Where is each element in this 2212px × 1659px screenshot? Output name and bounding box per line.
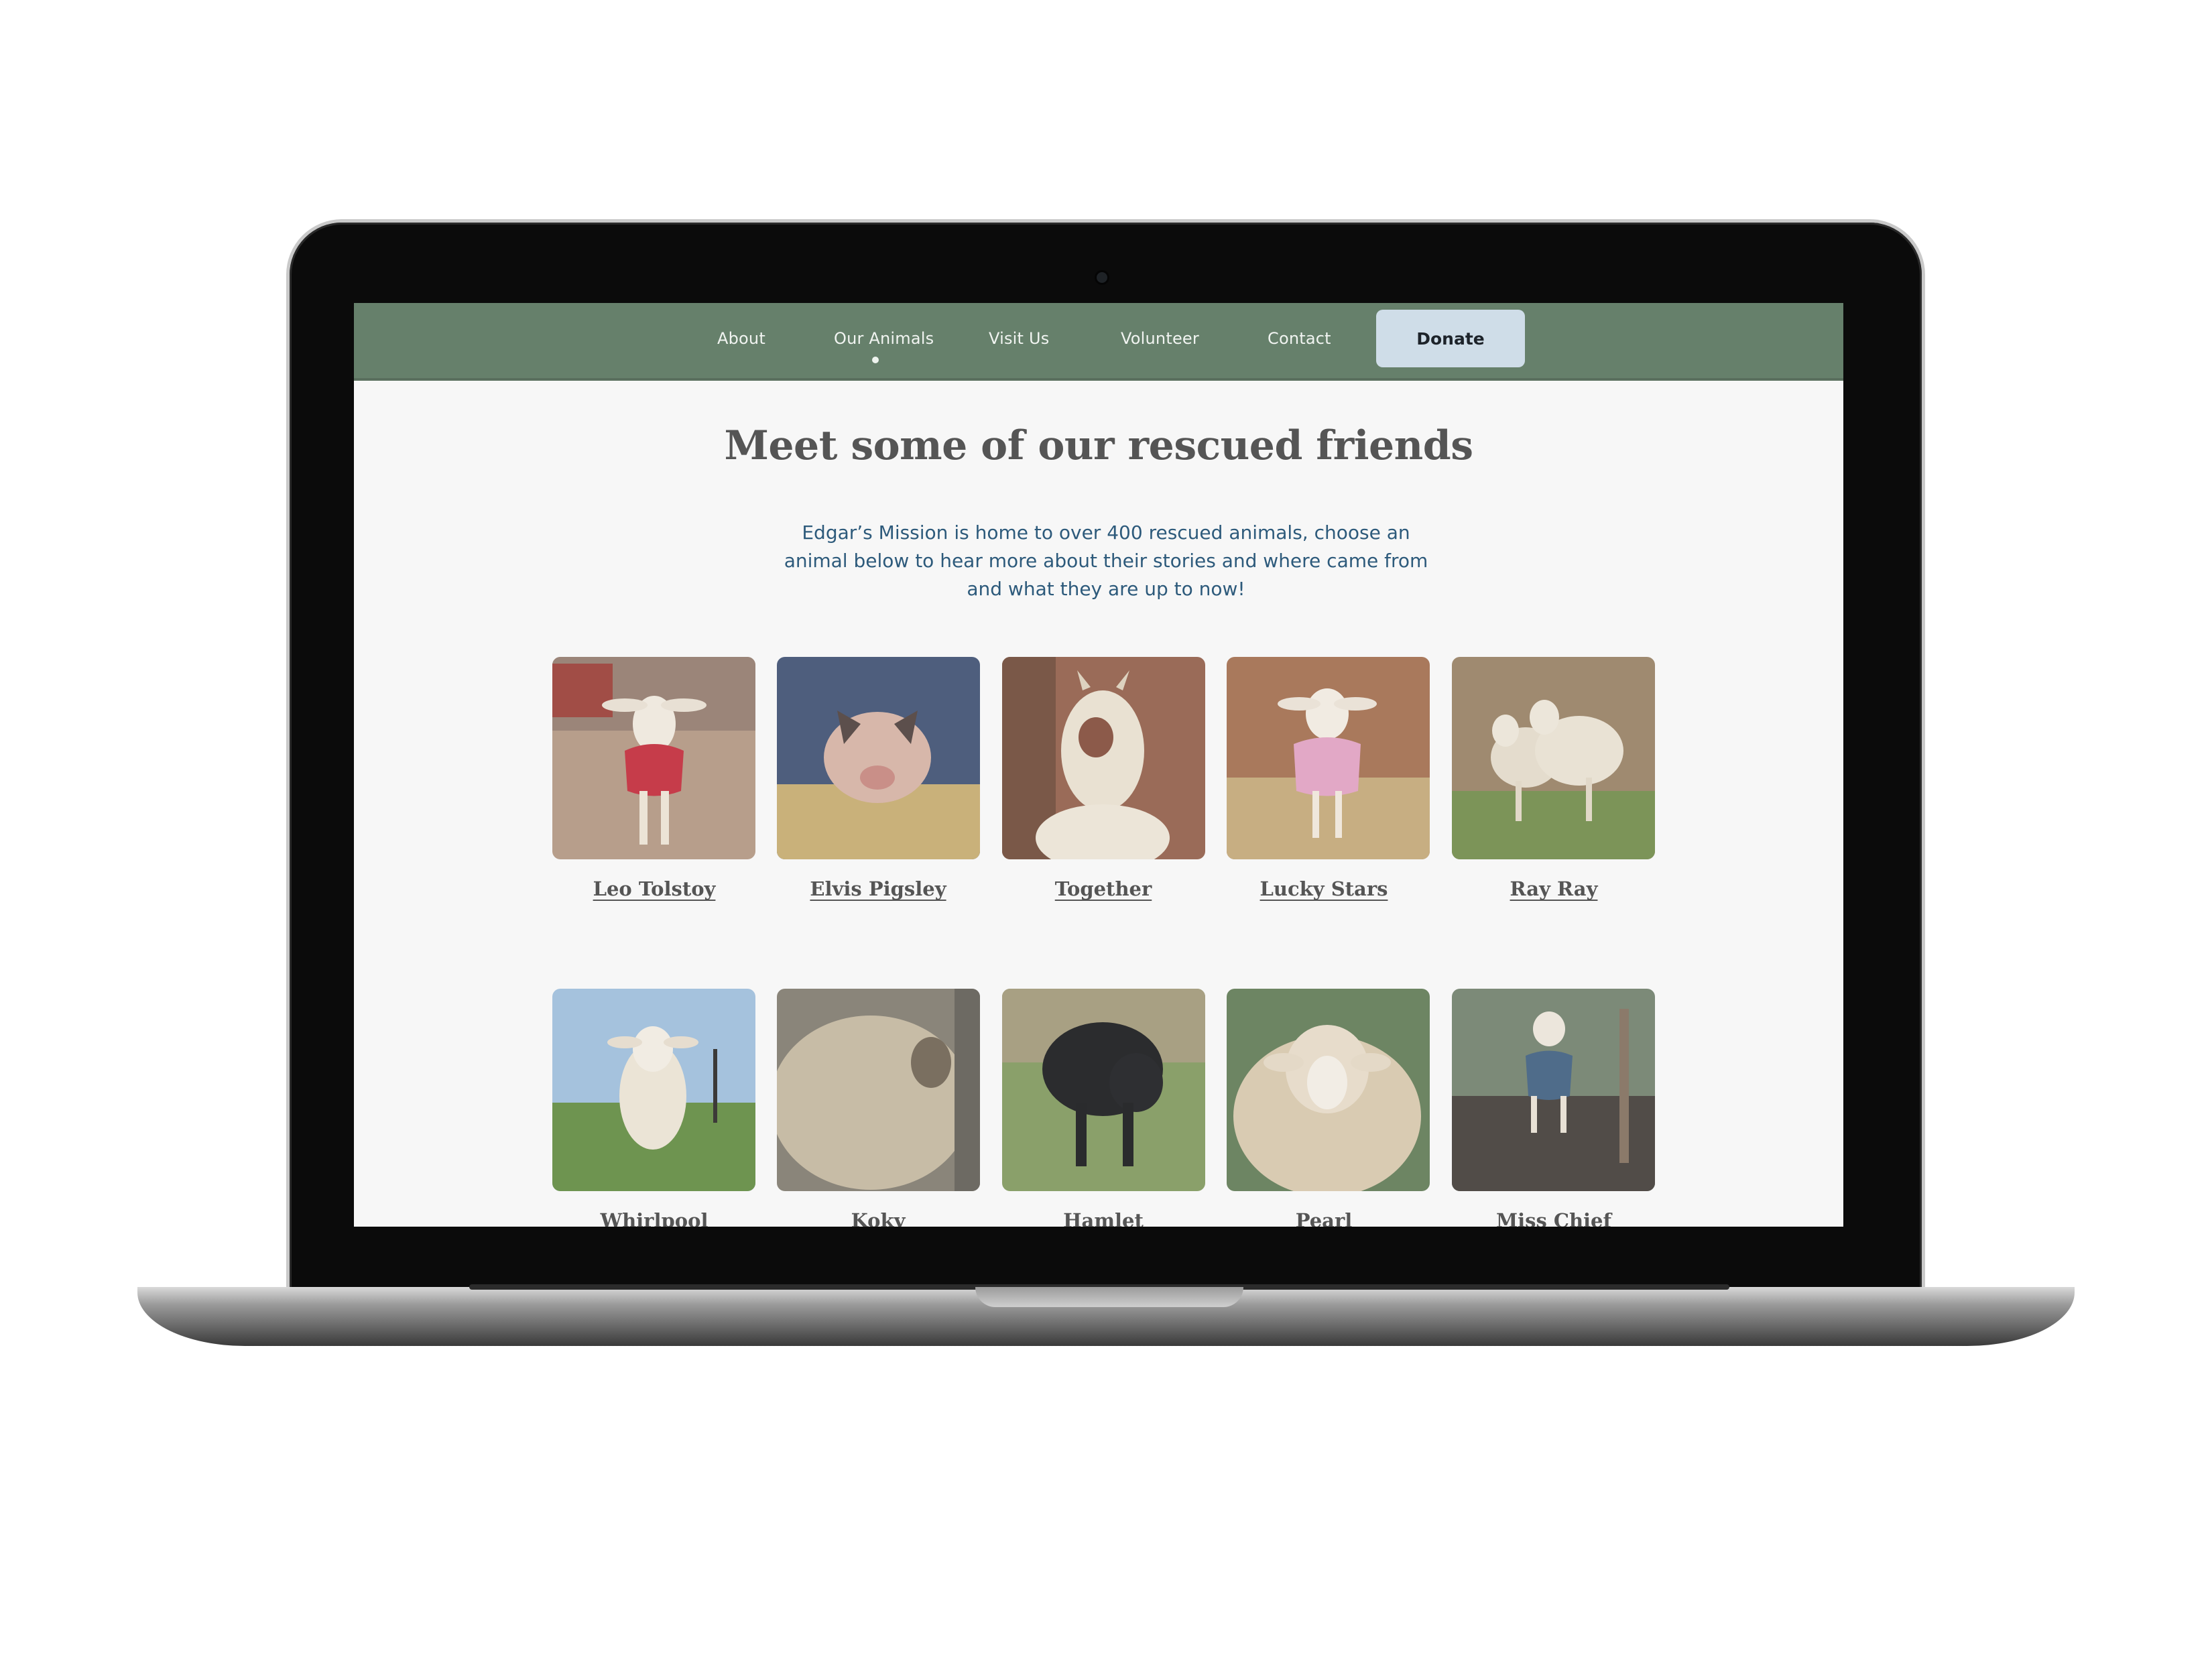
page-title: Meet some of our rescued friends	[724, 422, 1473, 469]
lambs-photo	[1452, 657, 1655, 859]
animal-link-ray-ray[interactable]: Ray Ray	[1443, 877, 1664, 900]
piglet-photo	[777, 657, 980, 859]
animal-link-elvis-pigsley[interactable]: Elvis Pigsley	[767, 877, 989, 900]
donate-button[interactable]: Donate	[1376, 310, 1525, 367]
webcam-icon	[1097, 272, 1107, 283]
nav-item-about[interactable]: About	[717, 329, 765, 348]
lamb-photo	[1452, 989, 1655, 1191]
sheep-photo	[552, 989, 755, 1191]
nav-item-volunteer[interactable]: Volunteer	[1121, 329, 1199, 348]
animal-link-lucky-stars[interactable]: Lucky Stars	[1213, 877, 1434, 900]
top-navigation: About Our Animals Visit Us Volunteer Con…	[354, 303, 1843, 381]
laptop-notch	[975, 1287, 1243, 1307]
animal-photo-elvis-pigsley[interactable]	[777, 657, 980, 859]
intro-text: Edgar’s Mission is home to over 400 resc…	[784, 521, 1428, 600]
animal-photo-ray-ray[interactable]	[1452, 657, 1655, 859]
animal-link-hamlet[interactable]: Hamlet	[993, 1209, 1214, 1227]
active-indicator	[872, 357, 879, 363]
animal-link-koky[interactable]: Koky	[767, 1209, 989, 1227]
lamb-photo	[1227, 657, 1430, 859]
animal-photo-together[interactable]	[1002, 657, 1205, 859]
animal-photo-leo-tolstoy[interactable]	[552, 657, 755, 859]
nav-item-visit-us[interactable]: Visit Us	[989, 329, 1049, 348]
nav-item-our-animals[interactable]: Our Animals	[834, 329, 934, 348]
sheep-photo	[777, 989, 980, 1191]
animal-link-whirlpool[interactable]: Whirlpool	[544, 1209, 765, 1227]
animal-link-miss-chief[interactable]: Miss Chief	[1443, 1209, 1664, 1227]
animal-photo-lucky-stars[interactable]	[1227, 657, 1430, 859]
sheep-photo	[1227, 989, 1430, 1191]
animal-photo-hamlet[interactable]	[1002, 989, 1205, 1191]
animal-photo-koky[interactable]	[777, 989, 980, 1191]
animal-photo-pearl[interactable]	[1227, 989, 1430, 1191]
browser-viewport: About Our Animals Visit Us Volunteer Con…	[354, 303, 1843, 1227]
lamb-photo	[552, 657, 755, 859]
nav-item-contact[interactable]: Contact	[1268, 329, 1331, 348]
goat-photo	[1002, 657, 1205, 859]
animal-link-leo-tolstoy[interactable]: Leo Tolstoy	[544, 877, 765, 900]
animal-photo-whirlpool[interactable]	[552, 989, 755, 1191]
pig-photo	[1002, 989, 1205, 1191]
animal-link-together[interactable]: Together	[993, 877, 1214, 900]
animal-photo-miss-chief[interactable]	[1452, 989, 1655, 1191]
animal-link-pearl[interactable]: Pearl	[1213, 1209, 1434, 1227]
